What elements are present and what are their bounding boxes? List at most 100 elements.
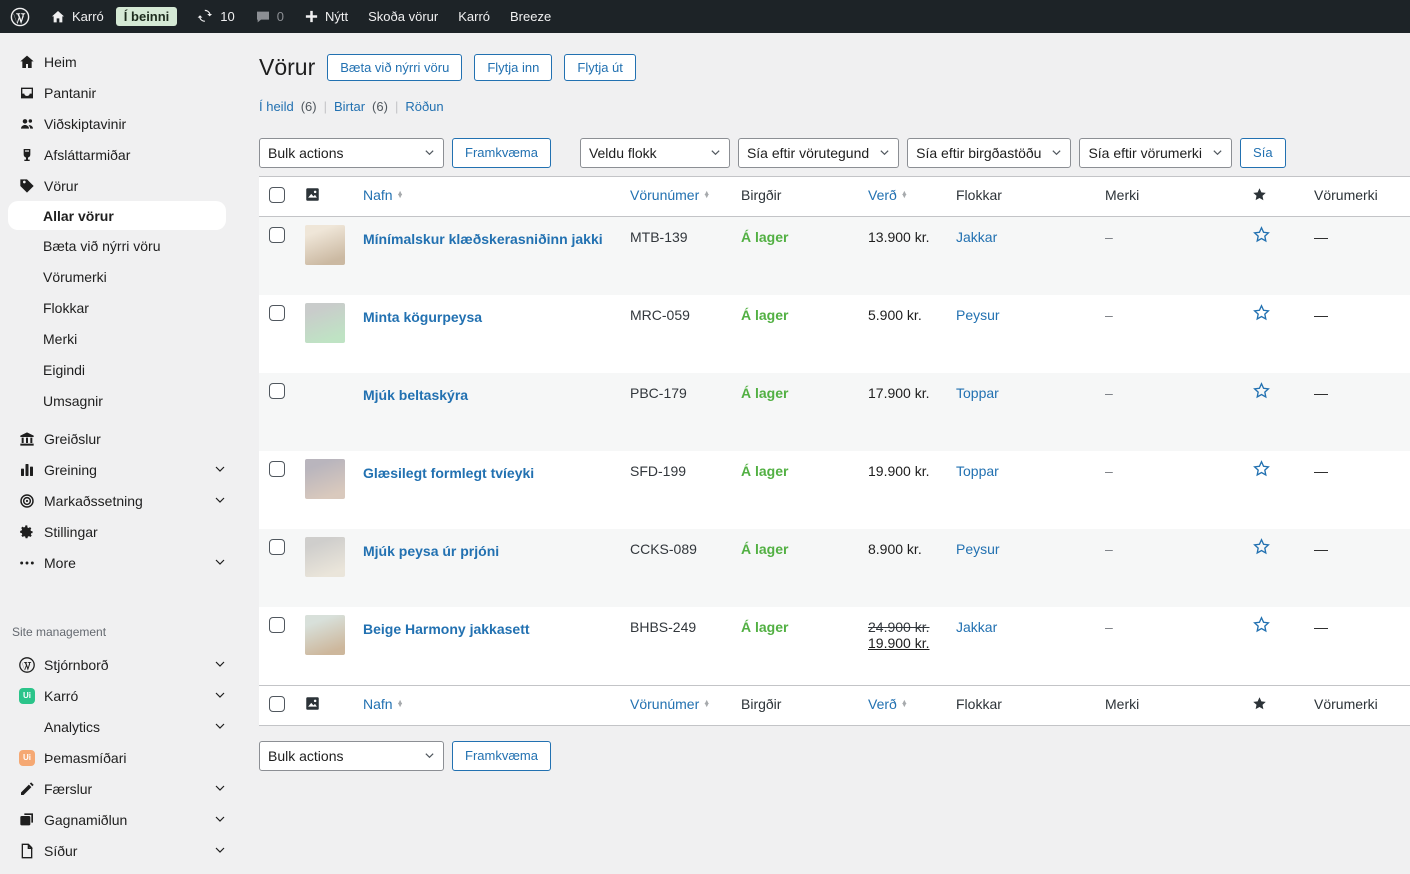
sidebar-subitem-add-product[interactable]: Bæta við nýrri vöru xyxy=(0,230,238,261)
sidebar-item-payments[interactable]: Greiðslur xyxy=(0,423,238,454)
sidebar-item-analytics-site[interactable]: Analytics xyxy=(0,711,238,742)
karro-label: Karró xyxy=(458,9,491,24)
sidebar-subitem-attributes[interactable]: Eigindi xyxy=(0,354,238,385)
sidebar-item-coupons[interactable]: Afsláttarmiðar xyxy=(0,139,238,170)
row-checkbox[interactable] xyxy=(269,226,285,243)
sort-arrows-icon: ▲ ▼ xyxy=(396,189,404,201)
sidebar-subitem-tags[interactable]: Merki xyxy=(0,323,238,354)
featured-star-toggle[interactable] xyxy=(1252,537,1271,559)
featured-star-toggle[interactable] xyxy=(1252,381,1271,403)
chevron-down-icon xyxy=(424,748,435,764)
row-checkbox[interactable] xyxy=(269,382,285,399)
sidebar-item-products[interactable]: Vörur xyxy=(0,170,238,201)
sidebar-item-media[interactable]: Gagnamiðlun xyxy=(0,804,238,835)
brand-value: — xyxy=(1314,618,1328,635)
product-name-link[interactable]: Beige Harmony jakkasett xyxy=(363,619,530,639)
sidebar-item-karro[interactable]: Ui Karró xyxy=(0,680,238,711)
product-thumbnail[interactable] xyxy=(305,614,345,655)
sort-by-sku-header[interactable]: Vörunúmer ▲ ▼ xyxy=(630,696,733,712)
category-link[interactable]: Toppar xyxy=(956,463,999,479)
table-row: Mjúk beltaskýra PBC-179 Á lager 17.900 k… xyxy=(259,372,1410,451)
select-all-checkbox[interactable] xyxy=(269,186,285,203)
view-products-button[interactable]: Skoða vörur xyxy=(358,0,448,33)
category-link[interactable]: Toppar xyxy=(956,385,999,401)
featured-star-toggle[interactable] xyxy=(1252,459,1271,481)
stock-status-filter-select[interactable]: Sía eftir birgðastöðu xyxy=(907,137,1072,168)
comments-button[interactable]: 0 xyxy=(245,0,294,33)
product-thumbnail[interactable] xyxy=(305,381,345,421)
view-published-link[interactable]: Birtar xyxy=(334,99,365,114)
export-button[interactable]: Flytja út xyxy=(564,54,636,82)
select-all-checkbox[interactable] xyxy=(269,695,285,712)
product-thumbnail[interactable] xyxy=(305,224,345,265)
product-name-link[interactable]: Mjúk peysa úr prjóni xyxy=(363,541,499,561)
category-link[interactable]: Peysur xyxy=(956,307,1000,323)
site-name-button[interactable]: Karró xyxy=(40,0,114,33)
sidebar-subitem-categories[interactable]: Flokkar xyxy=(0,292,238,323)
add-product-button[interactable]: Bæta við nýrri vöru xyxy=(327,54,463,82)
row-checkbox[interactable] xyxy=(269,304,285,321)
sidebar-item-marketing[interactable]: Markaðssetning xyxy=(0,485,238,516)
product-name-link[interactable]: Mínímalskur klæðskerasniðinn jakki xyxy=(363,229,603,249)
import-button[interactable]: Flytja inn xyxy=(474,54,553,82)
sidebar-subitem-reviews[interactable]: Umsagnir xyxy=(0,385,238,416)
sidebar-item-pages[interactable]: Síður xyxy=(0,835,238,866)
updates-button[interactable]: 10 xyxy=(187,0,244,33)
featured-star-header-icon xyxy=(1252,697,1267,714)
sidebar-item-theme-builder[interactable]: Ui Þemasmíðari xyxy=(0,742,238,773)
sidebar-item-posts[interactable]: Færslur xyxy=(0,773,238,804)
sidebar-item-dashboard[interactable]: Stjórnborð xyxy=(0,649,238,680)
category-filter-value: Veldu flokk xyxy=(588,144,657,161)
product-sku: BHBS-249 xyxy=(630,618,697,635)
wordpress-menu-button[interactable] xyxy=(0,0,40,33)
row-checkbox[interactable] xyxy=(269,616,285,633)
row-checkbox[interactable] xyxy=(269,538,285,555)
sidebar-item-customers[interactable]: Viðskiptavinir xyxy=(0,108,238,139)
category-filter-select[interactable]: Veldu flokk xyxy=(579,137,730,168)
stock-status: Á lager xyxy=(741,306,789,323)
row-checkbox[interactable] xyxy=(269,460,285,477)
brand-filter-select[interactable]: Sía eftir vörumerki xyxy=(1079,137,1233,168)
apply-button[interactable]: Framkvæma xyxy=(452,137,551,168)
product-name-link[interactable]: Mjúk beltaskýra xyxy=(363,385,468,405)
product-name-link[interactable]: Minta kögurpeysa xyxy=(363,307,482,327)
sidebar-subitem-all-products[interactable]: Allar vörur xyxy=(8,201,226,230)
view-all-link[interactable]: Í heild xyxy=(259,99,294,114)
category-link[interactable]: Jakkar xyxy=(956,619,997,635)
sort-by-price-header[interactable]: Verð ▲ ▼ xyxy=(868,187,948,203)
new-label: Nýtt xyxy=(325,9,349,24)
sidebar-item-orders[interactable]: Pantanir xyxy=(0,77,238,108)
bulk-actions-select[interactable]: Bulk actions xyxy=(259,137,444,168)
sort-by-name-header[interactable]: Nafn ▲ ▼ xyxy=(363,696,622,712)
sidebar-item-settings[interactable]: Stillingar xyxy=(0,516,238,547)
featured-star-toggle[interactable] xyxy=(1252,615,1271,637)
sidebar-item-analytics[interactable]: Greining xyxy=(0,454,238,485)
breeze-label: Breeze xyxy=(510,9,552,24)
karro-menu-button[interactable]: Karró xyxy=(448,0,500,33)
filter-button[interactable]: Sía xyxy=(1240,137,1286,168)
view-sorting-link[interactable]: Röðun xyxy=(405,99,443,114)
sidebar-item-more[interactable]: More xyxy=(0,547,238,578)
featured-star-toggle[interactable] xyxy=(1252,225,1271,247)
page-document-icon xyxy=(19,843,35,859)
product-name-link[interactable]: Glæsilegt formlegt tvíeyki xyxy=(363,463,534,483)
featured-star-toggle[interactable] xyxy=(1252,303,1271,325)
product-type-filter-select[interactable]: Sía eftir vörutegund xyxy=(737,137,900,168)
category-link[interactable]: Jakkar xyxy=(956,229,997,245)
breeze-menu-button[interactable]: Breeze xyxy=(500,0,561,33)
sidebar-subitem-brands[interactable]: Vörumerki xyxy=(0,261,238,292)
sort-by-sku-header[interactable]: Vörunúmer ▲ ▼ xyxy=(630,187,733,203)
apply-button-bottom[interactable]: Framkvæma xyxy=(452,740,551,771)
bulk-actions-value: Bulk actions xyxy=(268,144,344,161)
sort-by-name-header[interactable]: Nafn ▲ ▼ xyxy=(363,187,622,203)
category-link[interactable]: Peysur xyxy=(956,541,1000,557)
chevron-down-icon xyxy=(214,493,226,509)
new-content-button[interactable]: Nýtt xyxy=(294,0,358,33)
product-thumbnail[interactable] xyxy=(305,302,345,343)
product-thumbnail[interactable] xyxy=(305,536,345,577)
environment-badge-item[interactable]: Í beinni xyxy=(114,0,188,33)
sidebar-item-home[interactable]: Heim xyxy=(0,46,238,77)
sort-by-price-header[interactable]: Verð ▲ ▼ xyxy=(868,696,948,712)
bulk-actions-select-bottom[interactable]: Bulk actions xyxy=(259,740,444,771)
product-thumbnail[interactable] xyxy=(305,458,345,499)
